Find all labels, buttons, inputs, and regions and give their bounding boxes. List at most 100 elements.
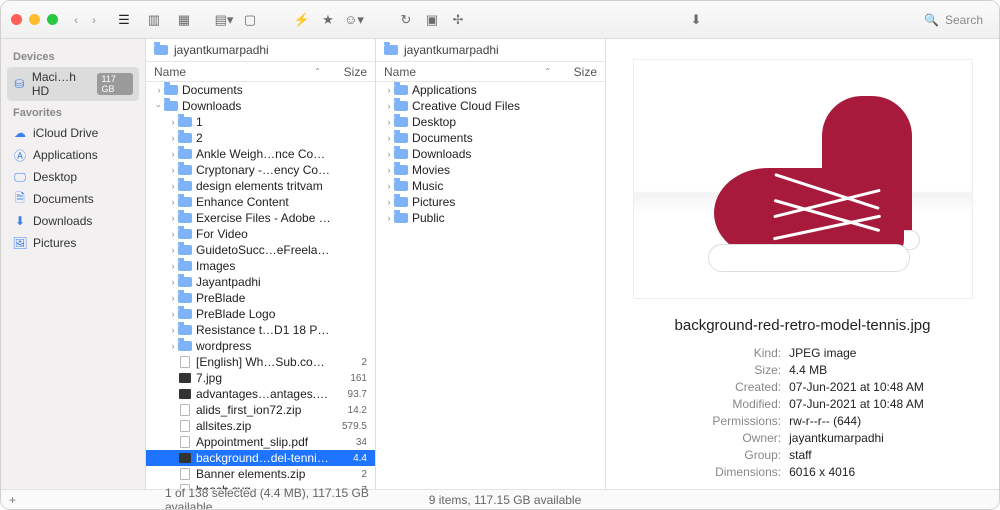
list-row[interactable]: ›Music bbox=[376, 178, 605, 194]
action-icon[interactable]: ⚡ bbox=[292, 10, 312, 30]
disclosure-chevron-icon[interactable]: › bbox=[384, 117, 394, 127]
list-row[interactable]: ›Applications bbox=[376, 82, 605, 98]
disclosure-chevron-icon[interactable]: › bbox=[168, 229, 178, 239]
sidebar-item[interactable]: 🖼Pictures bbox=[7, 233, 139, 253]
disclosure-chevron-icon[interactable]: › bbox=[168, 133, 178, 143]
list-row[interactable]: ›GuidetoSucc…eFreelancing bbox=[146, 242, 375, 258]
list-row[interactable]: ›Resistance t…D1 18 Pc Set bbox=[146, 322, 375, 338]
sidebar-item[interactable]: 🖵Desktop bbox=[7, 167, 139, 187]
list-row[interactable]: ›Documents bbox=[376, 130, 605, 146]
forward-button[interactable]: › bbox=[92, 13, 96, 27]
list-row[interactable]: ›Public bbox=[376, 210, 605, 226]
list-row[interactable]: ›Cryptonary -…ency Course bbox=[146, 162, 375, 178]
header-size[interactable]: Size bbox=[327, 65, 367, 79]
list-row[interactable]: ›Pictures bbox=[376, 194, 605, 210]
sidebar-item[interactable]: ⬇Downloads bbox=[7, 211, 139, 231]
disclosure-chevron-icon[interactable]: › bbox=[168, 261, 178, 271]
list-row[interactable]: ›For Video bbox=[146, 226, 375, 242]
list-row[interactable]: [English] Wh…Sub.com].txt2 bbox=[146, 354, 375, 370]
row-label: design elements tritvam bbox=[196, 179, 331, 193]
list-row[interactable]: ›Jayantpadhi bbox=[146, 274, 375, 290]
header-name[interactable]: Name bbox=[154, 65, 310, 79]
list-row[interactable]: ›Creative Cloud Files bbox=[376, 98, 605, 114]
close-icon[interactable] bbox=[11, 14, 22, 25]
list-row[interactable]: background…del-tennis.jpg4.4 bbox=[146, 450, 375, 466]
file-list: ›Applications›Creative Cloud Files›Deskt… bbox=[376, 82, 605, 489]
view-list-icon[interactable]: ☰ bbox=[114, 10, 134, 30]
disclosure-chevron-icon[interactable]: › bbox=[168, 293, 178, 303]
sync-icon[interactable]: ↻ bbox=[396, 10, 416, 30]
list-row[interactable]: ›Documents bbox=[146, 82, 375, 98]
list-row[interactable]: ›Ankle Weigh…nce Content bbox=[146, 146, 375, 162]
disclosure-chevron-icon[interactable]: › bbox=[168, 149, 178, 159]
search-field[interactable]: 🔍 Search bbox=[924, 13, 983, 27]
sidebar-item-label: Desktop bbox=[33, 170, 77, 184]
disclosure-chevron-icon[interactable]: › bbox=[168, 197, 178, 207]
disclosure-chevron-icon[interactable]: › bbox=[384, 213, 394, 223]
list-row[interactable]: ›wordpress bbox=[146, 338, 375, 354]
disclosure-chevron-icon[interactable]: › bbox=[384, 101, 394, 111]
view-columns-icon[interactable]: ▥ bbox=[144, 10, 164, 30]
sidebar-item[interactable]: ⒶApplications bbox=[7, 145, 139, 165]
disclosure-chevron-icon[interactable]: › bbox=[154, 85, 164, 95]
list-row[interactable]: allsites.zip579.5 bbox=[146, 418, 375, 434]
disclosure-chevron-icon[interactable]: › bbox=[384, 85, 394, 95]
view-gallery-icon[interactable]: ▦ bbox=[174, 10, 194, 30]
list-row[interactable]: ›PreBlade bbox=[146, 290, 375, 306]
disclosure-chevron-icon[interactable]: › bbox=[168, 181, 178, 191]
disclosure-chevron-icon[interactable]: › bbox=[168, 117, 178, 127]
emoji-icon[interactable]: ☺▾ bbox=[344, 10, 364, 30]
list-row[interactable]: ›Exercise Files - Adobe XD bbox=[146, 210, 375, 226]
sidebar-item[interactable]: ☁iCloud Drive bbox=[7, 123, 139, 143]
list-row[interactable]: advantages…antages.mp493.7 bbox=[146, 386, 375, 402]
disclosure-chevron-icon[interactable]: › bbox=[154, 101, 164, 111]
list-row[interactable]: ›Movies bbox=[376, 162, 605, 178]
disclosure-chevron-icon[interactable]: › bbox=[168, 325, 178, 335]
disclosure-chevron-icon[interactable]: › bbox=[168, 309, 178, 319]
add-button[interactable]: + bbox=[1, 493, 15, 507]
list-row[interactable]: ›Enhance Content bbox=[146, 194, 375, 210]
preview-title: background-red-retro-model-tennis.jpg bbox=[675, 317, 931, 334]
list-row[interactable]: ›Downloads bbox=[376, 146, 605, 162]
header-size[interactable]: Size bbox=[557, 65, 597, 79]
disclosure-chevron-icon[interactable]: › bbox=[384, 149, 394, 159]
disclosure-chevron-icon[interactable]: › bbox=[168, 245, 178, 255]
disclosure-chevron-icon[interactable]: › bbox=[168, 165, 178, 175]
share-icon[interactable]: ▣ bbox=[422, 10, 442, 30]
sidebar-item[interactable]: ⛁Maci…h HD 117 GB bbox=[7, 67, 139, 101]
new-doc-icon[interactable]: ▢ bbox=[240, 10, 260, 30]
list-row[interactable]: ›Desktop bbox=[376, 114, 605, 130]
list-row[interactable]: ›2 bbox=[146, 130, 375, 146]
column-path[interactable]: jayantkumarpadhi bbox=[376, 39, 605, 62]
disclosure-chevron-icon[interactable]: › bbox=[168, 341, 178, 351]
column-path[interactable]: jayantkumarpadhi bbox=[146, 39, 375, 62]
list-row[interactable]: 7.jpg161 bbox=[146, 370, 375, 386]
sidebar-item[interactable]: 🗎Documents bbox=[7, 189, 139, 209]
tag-icon[interactable]: ✢ bbox=[448, 10, 468, 30]
list-row[interactable]: ›PreBlade Logo bbox=[146, 306, 375, 322]
disclosure-chevron-icon[interactable]: › bbox=[384, 165, 394, 175]
disclosure-chevron-icon[interactable]: › bbox=[384, 133, 394, 143]
row-label: [English] Wh…Sub.com].txt bbox=[196, 355, 331, 369]
list-row[interactable]: ›1 bbox=[146, 114, 375, 130]
disclosure-chevron-icon[interactable]: › bbox=[168, 213, 178, 223]
favorite-icon[interactable]: ★ bbox=[318, 10, 338, 30]
list-row[interactable]: Banner elements.zip2 bbox=[146, 466, 375, 482]
meta-value: 4.4 MB bbox=[789, 363, 924, 377]
list-row[interactable]: › design elements tritvam bbox=[146, 178, 375, 194]
row-size: 579.5 bbox=[331, 421, 367, 432]
group-menu-icon[interactable]: ▤▾ bbox=[214, 10, 234, 30]
folder-icon bbox=[178, 212, 192, 224]
list-row[interactable]: Appointment_slip.pdf34 bbox=[146, 434, 375, 450]
header-name[interactable]: Name bbox=[384, 65, 540, 79]
download-status-icon[interactable]: ⬇ bbox=[686, 10, 706, 30]
minimize-icon[interactable] bbox=[29, 14, 40, 25]
list-row[interactable]: ›Images bbox=[146, 258, 375, 274]
back-button[interactable]: ‹ bbox=[74, 13, 78, 27]
list-row[interactable]: alids_first_ion72.zip14.2 bbox=[146, 402, 375, 418]
disclosure-chevron-icon[interactable]: › bbox=[384, 181, 394, 191]
disclosure-chevron-icon[interactable]: › bbox=[384, 197, 394, 207]
list-row[interactable]: ›Downloads bbox=[146, 98, 375, 114]
zoom-icon[interactable] bbox=[47, 14, 58, 25]
disclosure-chevron-icon[interactable]: › bbox=[168, 277, 178, 287]
